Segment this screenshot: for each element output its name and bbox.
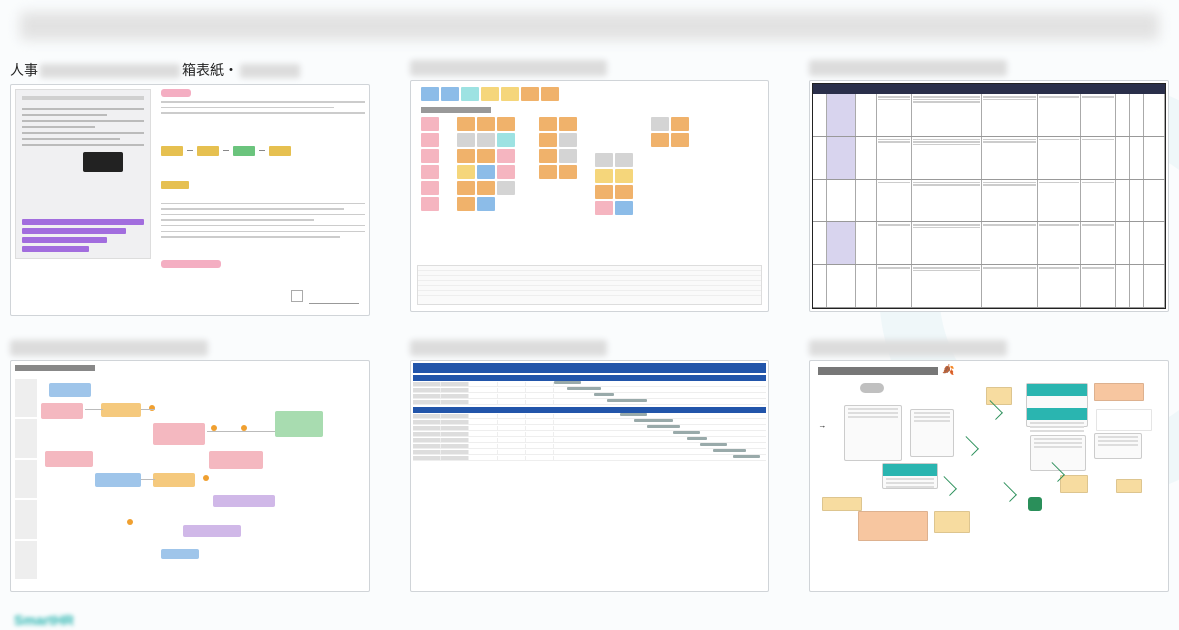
thumbnail-preview-3 xyxy=(809,80,1169,312)
card-title-3-blurred xyxy=(809,60,1007,76)
card-title-4-blurred xyxy=(10,340,208,356)
thumbnail-card-2[interactable] xyxy=(410,60,770,316)
timeline-heading xyxy=(15,365,95,371)
thumbnail-preview-6: 🍂 → xyxy=(809,360,1169,592)
board-heading xyxy=(818,367,938,375)
thumbnail-card-1[interactable]: 人事箱表紙・ xyxy=(10,60,370,316)
thumbnail-card-4[interactable] xyxy=(10,340,370,592)
card-title-1: 人事箱表紙・ xyxy=(10,60,370,80)
card-title-6-blurred xyxy=(809,340,1007,356)
thumbnail-grid: 人事箱表紙・ xyxy=(10,60,1169,592)
card-title-2-blurred xyxy=(410,60,608,76)
thumbnail-preview-4 xyxy=(10,360,370,592)
card-title-5-blurred xyxy=(410,340,608,356)
thumbnail-card-3[interactable] xyxy=(809,60,1169,316)
page-title-blurred xyxy=(20,12,1159,40)
thumbnail-card-5[interactable] xyxy=(410,340,770,592)
bottom-table xyxy=(417,265,763,305)
thumbnail-preview-2 xyxy=(410,80,770,312)
thumbnail-preview-1 xyxy=(10,84,370,316)
thumbnail-card-6[interactable]: 🍂 → xyxy=(809,340,1169,592)
board-badge xyxy=(860,383,884,393)
footer-logo: SmartHR xyxy=(14,612,74,628)
thumbnail-preview-5 xyxy=(410,360,770,592)
